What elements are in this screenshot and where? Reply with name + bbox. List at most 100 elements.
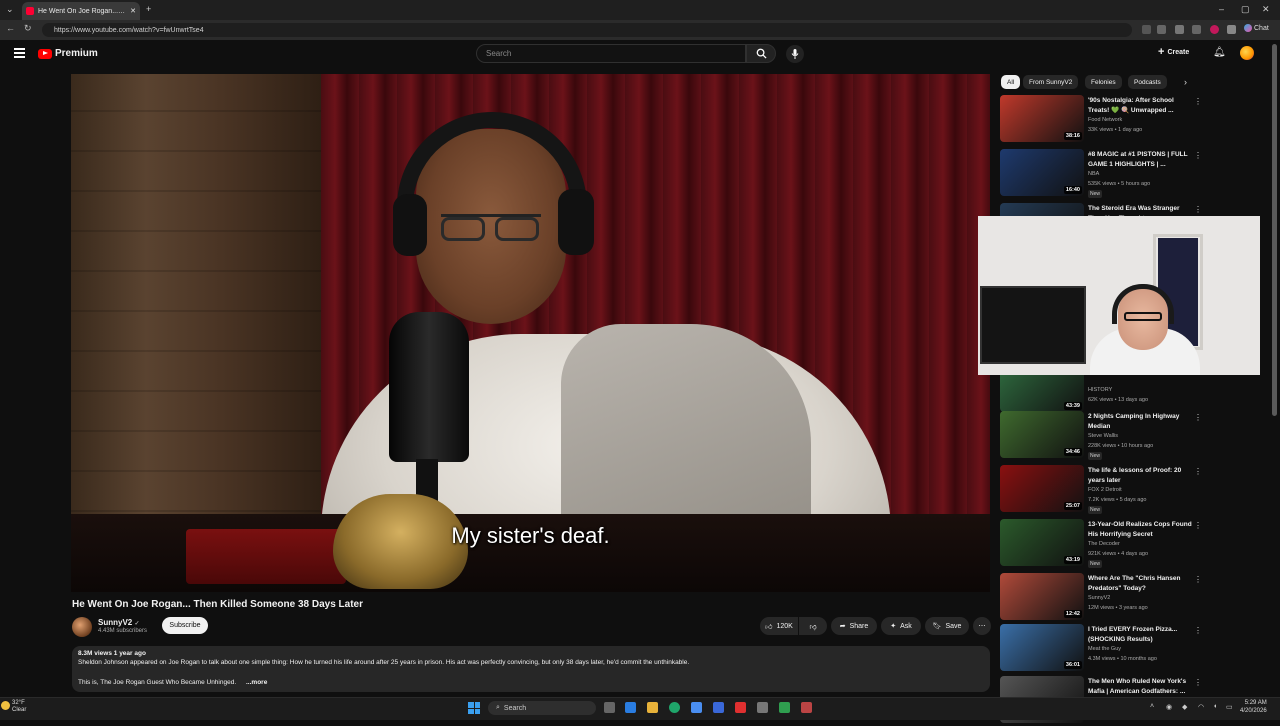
- notifications-bell-icon[interactable]: 🔔︎: [1213, 47, 1226, 58]
- file-explorer-icon[interactable]: [647, 702, 658, 713]
- kebab-menu-icon[interactable]: ⋮: [1194, 678, 1202, 687]
- reload-icon[interactable]: ↻: [24, 23, 32, 34]
- related-video-item[interactable]: 43:19 13-Year-Old Realizes Cops Found His…: [1000, 519, 1210, 569]
- profile-icon[interactable]: [1210, 25, 1219, 34]
- page-scrollbar[interactable]: [1272, 44, 1277, 416]
- store-icon[interactable]: [691, 702, 702, 713]
- chip-podcasts[interactable]: Podcasts: [1128, 75, 1167, 89]
- tray-app-icon[interactable]: ◆: [1182, 703, 1187, 711]
- video-thumbnail[interactable]: 12:42: [1000, 573, 1084, 620]
- ask-button[interactable]: ✦ Ask: [881, 617, 921, 635]
- taskbar-search[interactable]: ⌕ Search: [488, 701, 596, 715]
- youtube-premium-logo[interactable]: Premium: [38, 48, 98, 59]
- voice-search-button[interactable]: [786, 45, 804, 63]
- related-video-item[interactable]: 36:01 I Tried EVERY Frozen Pizza... (SHOC…: [1000, 624, 1210, 674]
- subscribe-button[interactable]: Subscribe: [162, 617, 208, 634]
- related-video-channel[interactable]: SunnyV2: [1088, 595, 1110, 601]
- kebab-menu-icon[interactable]: ⋮: [1194, 151, 1202, 160]
- chip-all[interactable]: All: [1001, 75, 1021, 89]
- related-video-item[interactable]: 12:42 Where Are The "Chris Hansen Predato…: [1000, 573, 1210, 623]
- related-video-title[interactable]: 2 Nights Camping In Highway Median: [1088, 412, 1192, 431]
- chip-from-channel[interactable]: From SunnyV2: [1023, 75, 1079, 89]
- kebab-menu-icon[interactable]: ⋮: [1194, 521, 1202, 530]
- related-video-title[interactable]: The life & lessons of Proof: 20 years la…: [1088, 466, 1192, 485]
- chip-felonies[interactable]: Felonies: [1085, 75, 1122, 89]
- wifi-icon[interactable]: ◠: [1198, 703, 1204, 711]
- system-clock[interactable]: 5:29 AM 4/20/2026: [1240, 700, 1267, 715]
- hamburger-menu-icon[interactable]: [14, 48, 25, 59]
- chrome-icon[interactable]: [669, 702, 680, 713]
- related-video-title[interactable]: 13-Year-Old Realizes Cops Found His Horr…: [1088, 520, 1192, 539]
- windows-start-icon[interactable]: [468, 702, 480, 714]
- channel-avatar[interactable]: [72, 617, 92, 637]
- kebab-menu-icon[interactable]: ⋮: [1194, 97, 1202, 106]
- dislike-button[interactable]: 👎︎: [799, 617, 827, 635]
- url-field[interactable]: https://www.youtube.com/watch?v=fwUnwrtT…: [42, 23, 1132, 37]
- kebab-menu-icon[interactable]: ⋮: [1194, 467, 1202, 476]
- extension-icon[interactable]: [1175, 25, 1184, 34]
- video-thumbnail[interactable]: 34:46: [1000, 411, 1084, 458]
- mail-icon[interactable]: [713, 702, 724, 713]
- app-icon[interactable]: [801, 702, 812, 713]
- related-video-title[interactable]: Where Are The "Chris Hansen Predators" T…: [1088, 574, 1192, 593]
- related-video-item[interactable]: 25:07 The life & lessons of Proof: 20 yea…: [1000, 465, 1210, 515]
- search-input[interactable]: Search: [476, 44, 746, 63]
- related-video-channel[interactable]: The Decoder: [1088, 541, 1120, 547]
- save-button[interactable]: 🔖︎ Save: [925, 617, 969, 635]
- kebab-menu-icon[interactable]: ⋮: [1194, 575, 1202, 584]
- related-video-title[interactable]: '90s Nostalgia: After School Treats! 💚 🍭…: [1088, 96, 1192, 115]
- weather-widget[interactable]: 32°F Clear: [1, 700, 26, 714]
- tab-close-icon[interactable]: ✕: [130, 7, 136, 15]
- share-button[interactable]: ➦ Share: [831, 617, 877, 635]
- user-avatar[interactable]: [1240, 46, 1254, 60]
- copilot-chat-button[interactable]: Chat: [1244, 24, 1269, 32]
- maximize-icon[interactable]: ▢: [1241, 4, 1250, 15]
- channel-name[interactable]: SunnyV2 ✓: [98, 618, 140, 627]
- like-button[interactable]: 👍︎ 120K: [760, 617, 798, 635]
- video-thumbnail[interactable]: 16:40: [1000, 149, 1084, 196]
- related-video-channel[interactable]: Meat the Guy: [1088, 646, 1121, 652]
- back-icon[interactable]: ←: [6, 23, 15, 33]
- chevron-right-icon[interactable]: ›: [1184, 77, 1187, 87]
- related-video-title[interactable]: I Tried EVERY Frozen Pizza... (SHOCKING …: [1088, 625, 1192, 644]
- browser-tab-active[interactable]: He Went On Joe Rogan... The... ✕: [22, 2, 140, 20]
- task-view-icon[interactable]: [604, 702, 615, 713]
- extension-icon[interactable]: [1192, 25, 1201, 34]
- related-video-title[interactable]: The Men Who Ruled New York's Mafia | Ame…: [1088, 677, 1192, 696]
- tray-app-icon[interactable]: ◉: [1166, 703, 1172, 711]
- kebab-menu-icon[interactable]: ⋮: [1194, 626, 1202, 635]
- video-thumbnail[interactable]: 36:01: [1000, 624, 1084, 671]
- related-video-channel[interactable]: HISTORY: [1088, 387, 1112, 393]
- battery-icon[interactable]: ▭: [1226, 703, 1233, 711]
- related-video-item[interactable]: 38:16 '90s Nostalgia: After School Treats…: [1000, 95, 1210, 145]
- app-icon[interactable]: [779, 702, 790, 713]
- new-tab-icon[interactable]: +: [146, 4, 151, 14]
- menu-dots-icon[interactable]: [1227, 25, 1236, 34]
- more-actions-button[interactable]: ⋯: [973, 617, 991, 635]
- related-video-item[interactable]: 16:40 #8 MAGIC at #1 PISTONS | FULL GAME …: [1000, 149, 1210, 199]
- related-video-channel[interactable]: Steve Wallis: [1088, 433, 1118, 439]
- edge-browser-icon[interactable]: [625, 702, 636, 713]
- youtube-app-icon[interactable]: [735, 702, 746, 713]
- description-more-link[interactable]: ...more: [246, 679, 267, 686]
- volume-icon[interactable]: ◖: [1213, 703, 1217, 710]
- video-player[interactable]: My sister's deaf.: [71, 74, 990, 592]
- window-close-icon[interactable]: ✕: [1262, 4, 1270, 15]
- video-thumbnail[interactable]: 43:19: [1000, 519, 1084, 566]
- app-icon[interactable]: [757, 702, 768, 713]
- video-thumbnail[interactable]: 25:07: [1000, 465, 1084, 512]
- related-video-channel[interactable]: NBA: [1088, 171, 1099, 177]
- extension-icon[interactable]: [1142, 25, 1151, 34]
- related-video-channel[interactable]: FOX 2 Detroit: [1088, 487, 1122, 493]
- related-video-channel[interactable]: Food Network: [1088, 117, 1122, 123]
- related-video-title[interactable]: #8 MAGIC at #1 PISTONS | FULL GAME 1 HIG…: [1088, 150, 1192, 169]
- create-button[interactable]: + Create: [1158, 46, 1189, 58]
- kebab-menu-icon[interactable]: ⋮: [1194, 205, 1202, 214]
- video-thumbnail[interactable]: 38:16: [1000, 95, 1084, 142]
- tray-chevron-icon[interactable]: ˄: [1150, 703, 1154, 710]
- search-button[interactable]: [746, 44, 776, 63]
- related-video-item[interactable]: 34:46 2 Nights Camping In Highway Median S…: [1000, 411, 1210, 461]
- minimize-icon[interactable]: –: [1219, 4, 1224, 14]
- bookmark-star-icon[interactable]: [1157, 25, 1166, 34]
- kebab-menu-icon[interactable]: ⋮: [1194, 413, 1202, 422]
